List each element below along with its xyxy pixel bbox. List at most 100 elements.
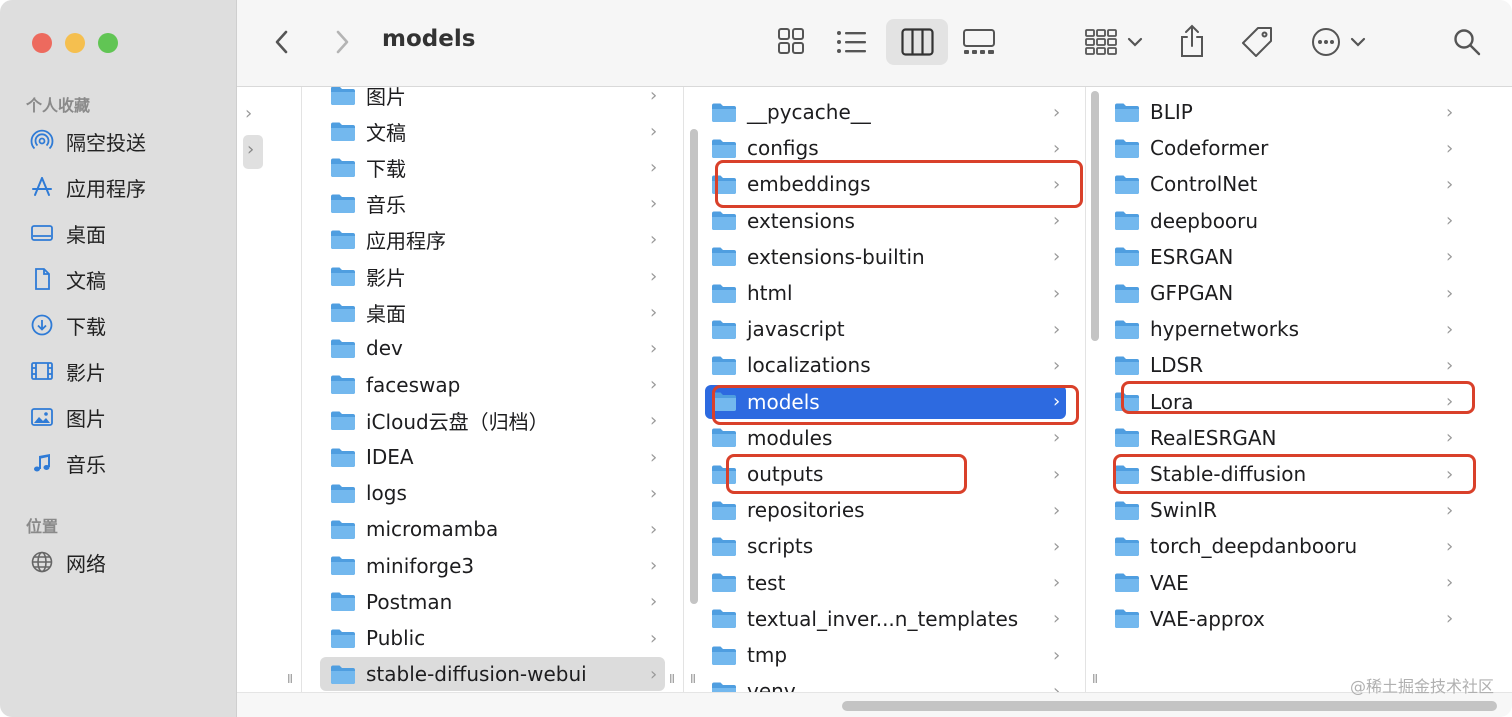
sidebar-item-movies[interactable]: 影片 [30,354,106,388]
list-item[interactable]: extensions › [705,204,1066,238]
sidebar-item-music[interactable]: 音乐 [30,446,106,480]
chevron-right-icon: › [1446,354,1454,376]
sidebar-item-applications[interactable]: 应用程序 [30,170,146,204]
column-home[interactable]: II 图片 › 文稿 › 下载 › 音乐 › 应用程序 › 影片 › 桌面 › dev › faceswap › i… [302,87,684,692]
list-item[interactable]: ESRGAN › [1106,240,1462,274]
list-item[interactable]: VAE › [1106,566,1462,600]
scrollbar-left[interactable] [690,129,698,604]
folder-icon [712,573,736,593]
sidebar-item-network[interactable]: 网络 [30,545,106,579]
list-item[interactable]: Postman › [320,585,665,619]
more-actions-chevron[interactable] [1350,36,1366,48]
list-item[interactable]: textual_inver...n_templates › [705,602,1066,636]
item-label: test [747,570,786,595]
minimize-window-button[interactable] [65,33,85,53]
list-item[interactable]: 音乐 › [320,187,665,221]
list-item[interactable]: Public › [320,621,665,655]
chevron-down-icon [1350,37,1366,47]
list-item[interactable]: test › [705,566,1066,600]
list-item[interactable]: embeddings › [705,167,1066,201]
list-item[interactable]: outputs › [705,457,1066,491]
list-item[interactable]: Lora › [1106,385,1462,419]
gallery-view-button[interactable] [962,28,996,56]
toolbar: models [237,0,1512,87]
chevron-right-icon: › [650,193,658,215]
column-models[interactable]: II BLIP › Codeformer › ControlNet › deepbooru ›… [1086,87,1512,692]
column-resize-handle[interactable]: II [669,672,675,686]
item-label: iCloud云盘（归档） [366,410,549,435]
list-item[interactable]: venv › [705,674,1066,692]
group-by-button[interactable] [1084,28,1118,56]
chevron-right-icon: › [1446,137,1454,159]
list-item[interactable]: SwinIR › [1106,493,1462,527]
search-button[interactable] [1453,28,1481,56]
sidebar-item-documents[interactable]: 文稿 [30,262,106,296]
forward-button[interactable] [331,28,353,56]
list-item[interactable]: stable-diffusion-webui › [320,657,665,692]
list-item[interactable]: BLIP › [1106,95,1462,129]
horizontal-scrollbar-thumb[interactable] [842,701,1497,711]
list-item[interactable]: 影片 › [320,259,665,293]
item-label: modules [747,425,833,450]
list-item[interactable]: 下载 › [320,150,665,184]
list-item[interactable]: 图片 › [320,87,665,112]
list-item[interactable]: hypernetworks › [1106,312,1462,346]
chevron-right-icon: › [1446,246,1454,268]
list-item[interactable]: micromamba › [320,512,665,546]
item-label: outputs [747,462,824,486]
list-item[interactable]: html › [705,276,1066,310]
column-resize-handle[interactable]: II [1092,672,1098,686]
list-item[interactable]: deepbooru › [1106,204,1462,238]
list-item[interactable]: 文稿 › [320,114,665,148]
sidebar-item-downloads[interactable]: 下载 [30,308,106,342]
scrollbar-left[interactable] [1091,91,1099,341]
list-item[interactable]: repositories › [705,493,1066,527]
sidebar-item-airdrop[interactable]: 隔空投送 [30,124,146,158]
icon-view-button[interactable] [777,27,805,55]
column-previous[interactable]: › › II [237,87,302,692]
tags-button[interactable] [1240,25,1274,59]
list-item[interactable]: IDEA › [320,440,665,474]
list-item[interactable]: javascript › [705,312,1066,346]
list-item[interactable]: 桌面 › [320,295,665,329]
column-resize-handle[interactable]: II [690,672,696,686]
list-item[interactable]: torch_deepdanbooru › [1106,529,1462,563]
column-resize-handle[interactable]: II [287,672,293,686]
back-button[interactable] [271,28,293,56]
folder-icon [331,629,355,648]
column-view-button[interactable] [901,28,934,56]
list-item[interactable]: modules › [705,421,1066,455]
close-window-button[interactable] [32,33,52,53]
folder-icon [712,537,736,556]
list-item[interactable]: RealESRGAN › [1106,421,1462,455]
share-button[interactable] [1179,24,1205,58]
list-item[interactable]: miniforge3 › [320,549,665,583]
list-item[interactable]: __pycache__ › [705,95,1066,129]
list-item[interactable]: GFPGAN › [1106,276,1462,310]
list-item[interactable]: localizations › [705,348,1066,382]
list-item[interactable]: Codeformer › [1106,131,1462,165]
list-item[interactable]: iCloud云盘（归档） › [320,404,665,438]
list-item[interactable]: faceswap › [320,368,665,402]
list-item[interactable]: logs › [320,476,665,510]
list-item[interactable]: Stable-diffusion › [1106,457,1462,491]
list-item[interactable]: LDSR › [1106,348,1462,382]
more-actions-button[interactable] [1311,27,1341,57]
list-item[interactable]: ControlNet › [1106,167,1462,201]
list-item[interactable]: configs › [705,131,1066,165]
list-item[interactable]: models › [705,384,1066,419]
list-item[interactable]: dev › [320,331,665,365]
list-item[interactable]: scripts › [705,529,1066,563]
sidebar-item-desktop[interactable]: 桌面 [30,216,106,250]
list-item[interactable]: extensions-builtin › [705,240,1066,274]
list-item[interactable]: tmp › [705,638,1066,672]
sidebar-item-pictures[interactable]: 图片 [30,400,106,434]
group-by-chevron[interactable] [1127,36,1143,48]
list-view-button[interactable] [836,30,866,54]
list-item[interactable]: VAE-approx › [1106,602,1462,636]
zoom-window-button[interactable] [98,33,118,53]
column-stable-diffusion-webui[interactable]: II __pycache__ › configs › embeddings › extens… [684,87,1086,692]
horizontal-scrollbar[interactable] [237,692,1512,717]
list-item[interactable]: 应用程序 › [320,223,665,257]
window-title: models [382,26,476,52]
